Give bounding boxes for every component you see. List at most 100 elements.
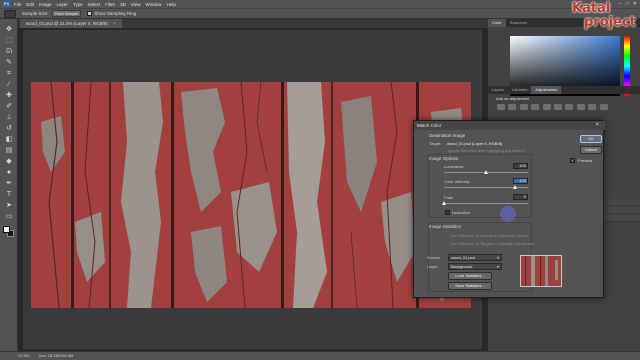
match-color-dialog: Match Color × OK Cancel ✓ Preview Destin… [413, 120, 605, 298]
eraser-tool-icon[interactable]: ◧ [4, 135, 14, 144]
menu-layer[interactable]: Layer [57, 2, 68, 7]
preview-checkbox[interactable]: ✓ [570, 158, 575, 163]
save-statistics-button[interactable]: Save Statistics... [448, 282, 492, 290]
sampling-ring-label: Show Sampling Ring [94, 11, 137, 16]
layer-label: Layer: [427, 264, 439, 269]
healing-tool-icon[interactable]: ✚ [4, 91, 14, 100]
black-white-icon[interactable] [576, 104, 585, 110]
clone-stamp-tool-icon[interactable]: ⊥ [4, 113, 14, 122]
color-intensity-label: Color Intensity [444, 179, 470, 184]
brush-tool-icon[interactable]: ✐ [4, 102, 14, 111]
chevron-down-icon: ▾ [496, 264, 499, 269]
dialog-close-icon[interactable]: × [595, 121, 599, 130]
layer-select[interactable]: Background ▾ [448, 263, 502, 270]
tab-layers[interactable]: Layers [488, 86, 508, 94]
sample-size-select[interactable]: Point Sample [51, 10, 82, 17]
document-tab-label: wood_01.psd @ 21.5% (Layer 4, RGB/8) [26, 21, 108, 26]
crop-tool-icon[interactable]: ⌗ [4, 69, 14, 78]
history-brush-tool-icon[interactable]: ↺ [4, 124, 14, 133]
tools-panel: ✥ ⬚ ᘏ ✎ ⌗ ⁄ ✚ ✐ ⊥ ↺ ◧ ▤ ◆ ● ✒ T ➤ ▭ [0, 19, 18, 351]
levels-icon[interactable] [508, 104, 517, 110]
move-tool-icon[interactable]: ✥ [4, 25, 14, 34]
fade-slider-thumb[interactable] [442, 201, 446, 205]
document-tab[interactable]: wood_01.psd @ 21.5% (Layer 4, RGB/8) × [20, 19, 122, 28]
image-options-heading: Image Options [429, 156, 459, 161]
options-bar: Sample Size: Point Sample Show Sampling … [0, 8, 640, 19]
fade-label: Fade [444, 195, 454, 200]
ok-button[interactable]: OK [580, 135, 602, 143]
mouse-cursor-highlight [500, 206, 516, 222]
ignore-selection-option[interactable]: Ignore Selection when Applying Adjustmen… [448, 148, 525, 153]
adjustments-panel-tabs: Layers Libraries Adjustments [488, 86, 640, 94]
color-intensity-input[interactable]: 170 [513, 178, 528, 184]
source-thumbnail-texture [521, 256, 561, 286]
quick-select-tool-icon[interactable]: ✎ [4, 58, 14, 67]
logo-line-2: project [584, 15, 636, 30]
close-tab-icon[interactable]: × [113, 21, 116, 26]
preview-option[interactable]: ✓ Preview [570, 158, 592, 163]
lasso-tool-icon[interactable]: ᘏ [4, 47, 14, 56]
use-selection-target-option[interactable]: Use Selection in Target to Calculate Adj… [450, 241, 534, 246]
menu-filter[interactable]: Filter [105, 2, 115, 7]
type-tool-icon[interactable]: T [4, 190, 14, 199]
menu-file[interactable]: File [14, 2, 21, 7]
peeling-paint-texture [31, 82, 471, 308]
neutralize-checkbox[interactable] [445, 210, 450, 215]
channel-mixer-icon[interactable] [599, 104, 608, 110]
chevron-down-icon: ▾ [496, 255, 499, 260]
menu-view[interactable]: View [131, 2, 141, 7]
color-intensity-slider-thumb[interactable] [513, 185, 518, 189]
sample-size-label: Sample Size: [22, 11, 49, 16]
tool-preset-picker[interactable] [4, 9, 16, 18]
destination-image-heading: Destination Image [429, 133, 466, 138]
neutralize-label: Neutralize [452, 210, 471, 215]
photoshop-app-icon: Ps [3, 1, 10, 7]
sampling-ring-checkbox[interactable] [87, 11, 93, 16]
dodge-tool-icon[interactable]: ● [4, 168, 14, 177]
load-statistics-button[interactable]: Load Statistics... [448, 272, 492, 280]
tab-adjustments[interactable]: Adjustments [531, 86, 562, 94]
tab-swatches[interactable]: Swatches [506, 19, 531, 27]
gradient-tool-icon[interactable]: ▤ [4, 146, 14, 155]
adjustment-icons [496, 103, 636, 121]
vibrance-icon[interactable] [542, 104, 551, 110]
cancel-button[interactable]: Cancel [580, 146, 602, 154]
pen-tool-icon[interactable]: ✒ [4, 179, 14, 188]
blur-tool-icon[interactable]: ◆ [4, 157, 14, 166]
tab-libraries[interactable]: Libraries [508, 86, 531, 94]
path-select-tool-icon[interactable]: ➤ [4, 201, 14, 210]
zoom-level[interactable]: 21.5% [18, 353, 29, 358]
document-tab-bar: wood_01.psd @ 21.5% (Layer 4, RGB/8) × [18, 19, 488, 28]
doc-info: Doc: 15.2M/195.6M [38, 353, 74, 358]
hue-saturation-icon[interactable] [553, 104, 562, 110]
menu-window[interactable]: Window [146, 2, 162, 7]
menu-bar: Ps File Edit Image Layer Type Select Fil… [0, 0, 640, 8]
brightness-icon[interactable] [497, 104, 505, 110]
source-select[interactable]: wood_01.psd ▾ [448, 254, 502, 261]
luminance-input[interactable]: 100 [513, 163, 528, 169]
shape-tool-icon[interactable]: ▭ [4, 212, 14, 221]
menu-help[interactable]: Help [167, 2, 176, 7]
luminance-slider-thumb[interactable] [484, 170, 488, 174]
eyedropper-tool-icon[interactable]: ⁄ [4, 80, 14, 89]
fade-slider-track[interactable] [444, 203, 528, 204]
foreground-color-swatch[interactable] [3, 226, 10, 233]
tab-color[interactable]: Color [488, 19, 506, 27]
wood-texture-image[interactable] [31, 82, 471, 308]
menu-3d[interactable]: 3D [120, 2, 126, 7]
source-label: Source: [427, 255, 441, 260]
luminance-label: Luminance [444, 164, 464, 169]
menu-edit[interactable]: Edit [26, 2, 34, 7]
menu-type[interactable]: Type [73, 2, 83, 7]
menu-image[interactable]: Image [39, 2, 52, 7]
status-bar: 21.5% Doc: 15.2M/195.6M [0, 351, 640, 360]
color-balance-icon[interactable] [565, 104, 574, 110]
menu-select[interactable]: Select [88, 2, 101, 7]
photo-filter-icon[interactable] [588, 104, 597, 110]
marquee-tool-icon[interactable]: ⬚ [4, 36, 14, 45]
layer-select-value: Background [451, 264, 473, 269]
curves-icon[interactable] [519, 104, 528, 110]
fade-input[interactable]: 0 [513, 194, 528, 200]
exposure-icon[interactable] [531, 104, 540, 110]
use-selection-source-option[interactable]: Use Selection in Source to Calculate Col… [450, 233, 528, 238]
